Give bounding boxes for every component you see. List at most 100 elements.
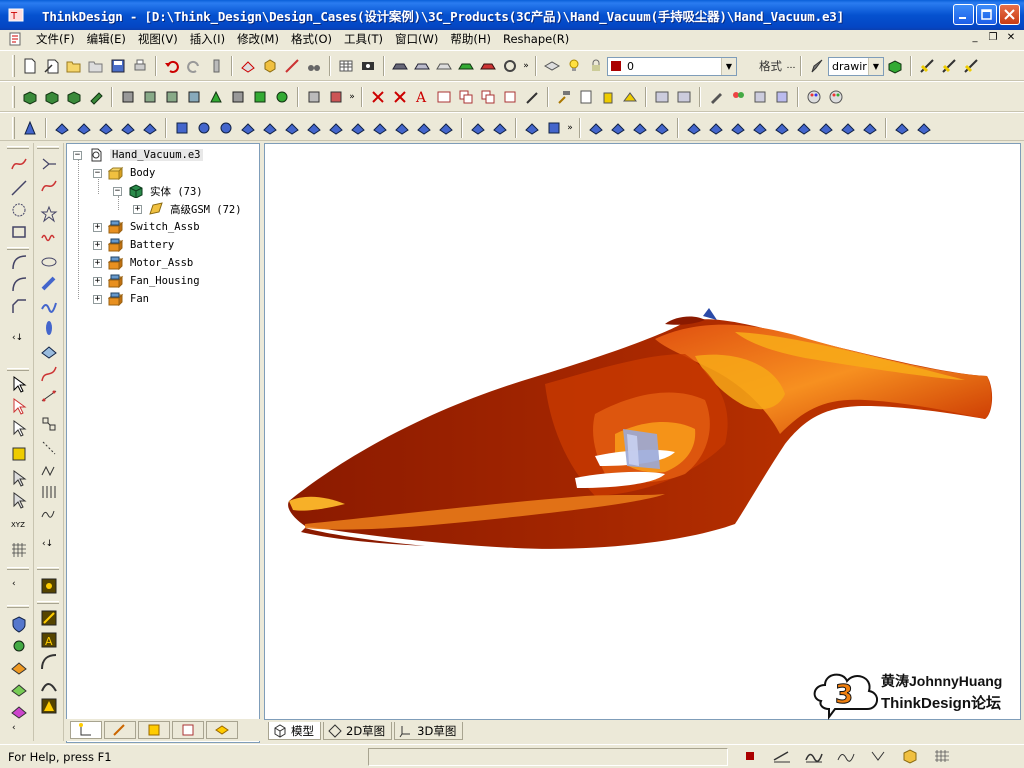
menu-file[interactable]: 文件(F) — [30, 31, 81, 47]
surface20-button[interactable] — [489, 117, 511, 139]
print-button[interactable] — [129, 55, 151, 77]
minimize-button[interactable] — [953, 4, 974, 25]
select-point-button[interactable] — [10, 419, 28, 437]
tree-root[interactable]: − Hand_Vacuum.e3 — [73, 147, 203, 163]
3d-viewport[interactable]: 3 黄涛JohnnyHuang ThinkDesign论坛 — [264, 143, 1021, 720]
color-indicator-icon[interactable] — [740, 748, 760, 764]
shading-button[interactable] — [884, 55, 906, 77]
circle-button[interactable] — [10, 201, 28, 219]
style-select[interactable]: drawir ▼ — [828, 56, 884, 76]
surface28-button[interactable] — [705, 117, 727, 139]
tab-library[interactable] — [206, 721, 238, 739]
freeform-button[interactable] — [40, 365, 58, 383]
expand-more-button[interactable]: ‹↓ — [42, 539, 53, 549]
tree-item-fan-housing[interactable]: + Fan_Housing — [93, 273, 200, 289]
surface8-button[interactable] — [215, 117, 237, 139]
material-button[interactable] — [749, 86, 771, 108]
new-file-button[interactable] — [19, 55, 41, 77]
find-button[interactable] — [303, 55, 325, 77]
loft-button[interactable] — [85, 86, 107, 108]
maximize-button[interactable] — [976, 4, 997, 25]
curve-edit-button[interactable] — [40, 675, 58, 693]
tree-item-body[interactable]: − Body — [93, 165, 155, 181]
surface33-button[interactable] — [815, 117, 837, 139]
chamfer-button[interactable] — [10, 297, 28, 315]
boolean7-button[interactable] — [249, 86, 271, 108]
expand-more-button[interactable]: ‹ — [12, 579, 16, 589]
tab-2d-sketch[interactable]: 2D草图 — [323, 722, 393, 740]
render-button[interactable] — [357, 55, 379, 77]
curve-point-button[interactable] — [40, 177, 58, 195]
doc-minimize-button[interactable]: _ — [968, 32, 982, 45]
line-button[interactable] — [10, 179, 28, 197]
boolean8-button[interactable] — [271, 86, 293, 108]
s-curve-button[interactable] — [40, 297, 58, 315]
shield-button[interactable] — [10, 615, 28, 633]
shell-button[interactable] — [303, 86, 325, 108]
copy-button[interactable] — [455, 86, 477, 108]
boolean4-button[interactable] — [183, 86, 205, 108]
pen-button[interactable] — [705, 86, 727, 108]
snap-point-button[interactable] — [10, 445, 28, 463]
brush-button[interactable] — [806, 55, 828, 77]
grid-status-icon[interactable] — [932, 748, 952, 764]
expand-icon[interactable]: + — [93, 258, 102, 268]
expand-more-button[interactable]: ‹ — [12, 723, 16, 733]
format-button[interactable]: 格式 — [755, 58, 786, 74]
surface19-button[interactable] — [467, 117, 489, 139]
redo-button[interactable] — [183, 55, 205, 77]
extrude-button[interactable] — [19, 86, 41, 108]
interpolate-button[interactable] — [40, 387, 58, 405]
snap-end-button[interactable] — [10, 469, 28, 487]
boolean5-button[interactable] — [205, 86, 227, 108]
ellipse-button[interactable] — [40, 253, 58, 271]
spline-button[interactable] — [10, 155, 28, 173]
menu-format[interactable]: 格式(O) — [285, 31, 338, 47]
surface36-button[interactable] — [891, 117, 913, 139]
expand-icon[interactable]: + — [93, 294, 102, 304]
boolean1-button[interactable] — [117, 86, 139, 108]
surface12-button[interactable] — [303, 117, 325, 139]
node-button[interactable] — [10, 637, 28, 655]
boolean3-button[interactable] — [161, 86, 183, 108]
menu-edit[interactable]: 编辑(E) — [81, 31, 132, 47]
oval-button[interactable] — [40, 319, 58, 337]
attach-button[interactable] — [597, 86, 619, 108]
doc-restore-button[interactable]: ❐ — [986, 32, 1000, 45]
surface14-button[interactable] — [347, 117, 369, 139]
layer-select[interactable]: 0 ▼ — [607, 56, 737, 76]
surface1-button[interactable] — [51, 117, 73, 139]
toolbar-more-button[interactable]: » — [347, 92, 357, 102]
menu-tools[interactable]: 工具(T) — [338, 31, 389, 47]
surface37-button[interactable] — [913, 117, 935, 139]
fillet-button[interactable] — [325, 86, 347, 108]
tab-3d-sketch[interactable]: 3D草图 — [394, 722, 464, 740]
assembly-button[interactable] — [619, 86, 641, 108]
layer-lock-button[interactable] — [585, 55, 607, 77]
toolbar-more-button[interactable]: » — [565, 123, 575, 133]
tree-item-switch-assb[interactable]: + Switch_Assb — [93, 219, 200, 235]
surface26-button[interactable] — [651, 117, 673, 139]
surface10-button[interactable] — [259, 117, 281, 139]
surface34-button[interactable] — [837, 117, 859, 139]
spreadsheet-button[interactable] — [335, 55, 357, 77]
fillet-curve-button[interactable] — [10, 275, 28, 293]
texture-button[interactable] — [771, 86, 793, 108]
surface22-button[interactable] — [543, 117, 565, 139]
snap-mid-button[interactable] — [10, 491, 28, 509]
snap3-button[interactable] — [960, 55, 982, 77]
path-button[interactable] — [40, 505, 58, 523]
hatch-button[interactable] — [40, 483, 58, 501]
layer-visible-button[interactable] — [563, 55, 585, 77]
expand-icon[interactable]: + — [93, 276, 102, 286]
car-red-button[interactable] — [477, 55, 499, 77]
snap-status-icon[interactable] — [868, 748, 888, 764]
properties-button[interactable] — [575, 86, 597, 108]
snap2-button[interactable] — [938, 55, 960, 77]
surface9-button[interactable] — [237, 117, 259, 139]
surface16-button[interactable] — [391, 117, 413, 139]
surface18-button[interactable] — [435, 117, 457, 139]
tree-item-battery[interactable]: + Battery — [93, 237, 174, 253]
surface3-button[interactable] — [95, 117, 117, 139]
sweep-button[interactable] — [63, 86, 85, 108]
